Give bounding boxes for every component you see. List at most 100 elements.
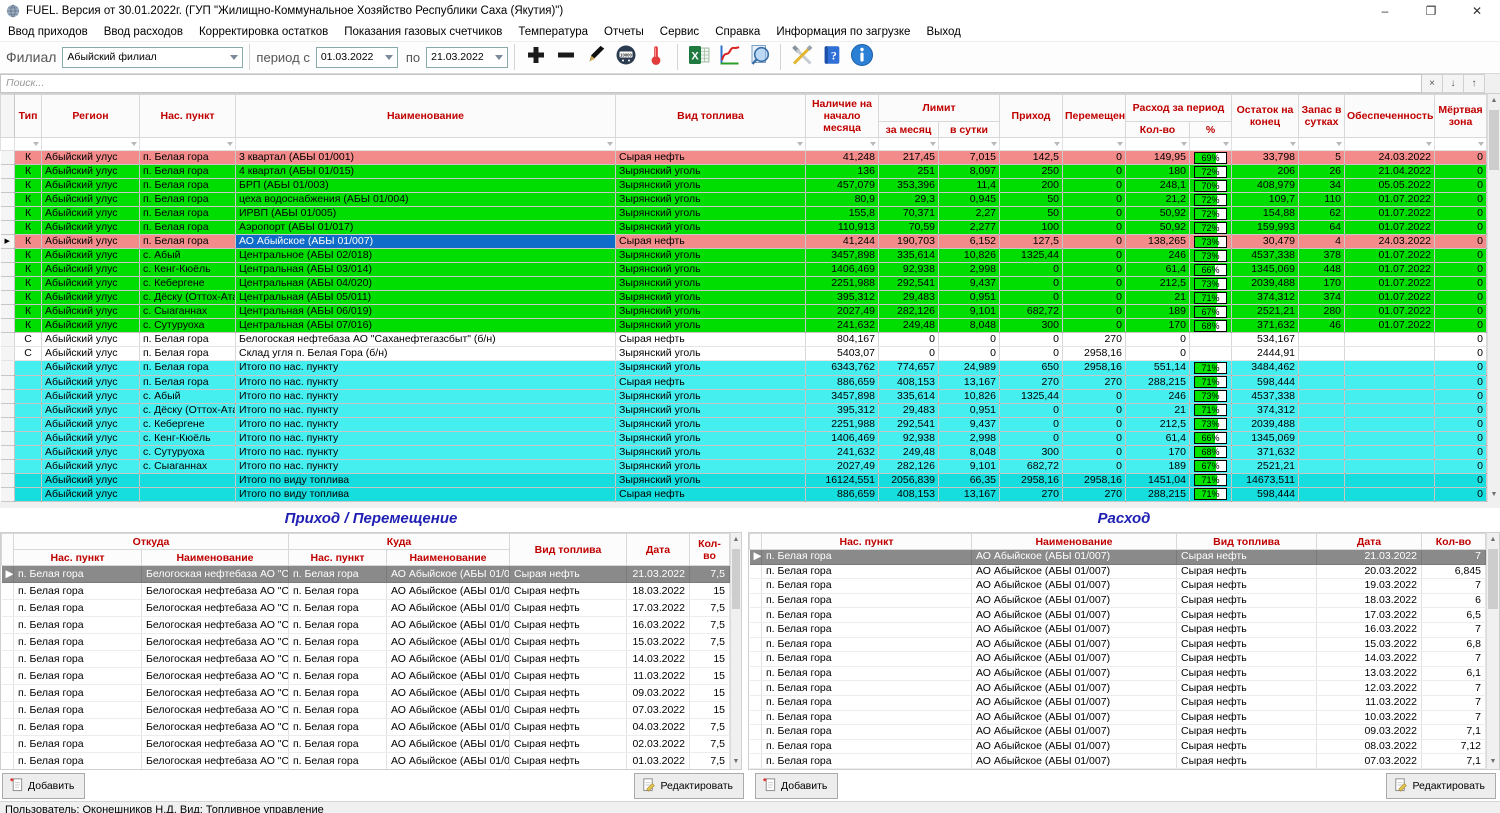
column-filter[interactable]	[1000, 138, 1063, 151]
name-cell[interactable]: АО Абыйское (АБЫ 01/007)	[972, 608, 1177, 623]
provision-cell[interactable]	[1345, 459, 1435, 473]
days-stock-cell[interactable]	[1299, 487, 1345, 501]
settlement-cell[interactable]: с. Дёску (Оттох-Атах)	[140, 403, 236, 417]
settlement-cell[interactable]: п. Белая гора	[762, 550, 972, 565]
col-from-settlement[interactable]: Нас. пункт	[14, 550, 142, 566]
type-cell[interactable]	[15, 375, 42, 389]
fuel-cell[interactable]: Сырая нефть	[1177, 637, 1317, 652]
settlement-cell[interactable]: п. Белая гора	[140, 165, 236, 179]
fuel-row[interactable]: Абыйский улусп. Белая гораИтого по нас. …	[1, 361, 1487, 375]
from-settlement-cell[interactable]: п. Белая гора	[14, 753, 142, 770]
movement-cell[interactable]: 2958,16	[1063, 361, 1126, 375]
days-stock-cell[interactable]	[1299, 347, 1345, 361]
settlement-cell[interactable]: п. Белая гора	[140, 333, 236, 347]
fuel-row[interactable]: САбыйский улусп. Белая гораБелогоская не…	[1, 333, 1487, 347]
percent-cell[interactable]: 71%	[1190, 361, 1232, 375]
dead-zone-cell[interactable]: 0	[1435, 487, 1487, 501]
row-marker[interactable]	[750, 622, 762, 637]
fuel-cell[interactable]: Сырая нефть	[616, 333, 806, 347]
col-dead-zone[interactable]: Мёртвая зона	[1435, 95, 1487, 138]
col-to-name[interactable]: Наименование	[387, 550, 510, 566]
income-cell[interactable]: 300	[1000, 445, 1063, 459]
limit-day-cell[interactable]: 2,277	[939, 221, 1000, 235]
days-stock-cell[interactable]: 5	[1299, 151, 1345, 165]
name-cell[interactable]: Центральная (АБЫ 05/011)	[236, 291, 616, 305]
type-cell[interactable]	[15, 459, 42, 473]
region-cell[interactable]: Абыйский улус	[42, 445, 140, 459]
name-cell[interactable]: Итого по нас. пункту	[236, 459, 616, 473]
row-marker[interactable]	[750, 652, 762, 667]
settlement-cell[interactable]: п. Белая гора	[762, 725, 972, 740]
name-cell[interactable]: АО Абыйское (АБЫ 01/007)	[972, 637, 1177, 652]
fuel-cell[interactable]: Зырянский уголь	[616, 389, 806, 403]
row-marker[interactable]: ▶	[1, 235, 15, 249]
movement-cell[interactable]: 0	[1063, 277, 1126, 291]
name-cell[interactable]: цеха водоснабжения (АБЫ 01/004)	[236, 193, 616, 207]
limit-day-cell[interactable]: 8,097	[939, 165, 1000, 179]
from-settlement-cell[interactable]: п. Белая гора	[14, 583, 142, 600]
name-cell[interactable]: АО Абыйское (АБЫ 01/007)	[972, 652, 1177, 667]
fuel-row[interactable]: КАбыйский улусп. Белая гора3 квартал (АБ…	[1, 151, 1487, 165]
consumption-cell[interactable]: 288,215	[1126, 487, 1190, 501]
row-marker[interactable]	[750, 681, 762, 696]
days-stock-cell[interactable]: 448	[1299, 263, 1345, 277]
limit-day-cell[interactable]: 13,167	[939, 487, 1000, 501]
row-marker[interactable]	[1, 431, 15, 445]
dead-zone-cell[interactable]: 0	[1435, 361, 1487, 375]
fuel-cell[interactable]: Зырянский уголь	[616, 403, 806, 417]
end-cell[interactable]: 598,444	[1232, 487, 1299, 501]
row-marker[interactable]	[2, 634, 14, 651]
income-row[interactable]: п. Белая гораБелогоская нефтебаза АО "Са…	[2, 753, 730, 770]
fuel-row[interactable]: КАбыйский улусс. Кенг-КюёльЦентральная (…	[1, 263, 1487, 277]
search-prev-button[interactable]: ↑	[1464, 74, 1485, 93]
region-cell[interactable]: Абыйский улус	[42, 319, 140, 333]
end-cell[interactable]: 30,479	[1232, 235, 1299, 249]
fuel-cell[interactable]: Сырая нефть	[510, 685, 627, 702]
fuel-row[interactable]: КАбыйский улусс. Дёску (Оттох-Атах)Центр…	[1, 291, 1487, 305]
col-limit-group[interactable]: Лимит	[879, 95, 1000, 122]
days-stock-cell[interactable]	[1299, 333, 1345, 347]
date-cell[interactable]: 12.03.2022	[1317, 681, 1422, 696]
fuel-cell[interactable]: Сырая нефть	[1177, 593, 1317, 608]
end-cell[interactable]: 374,312	[1232, 291, 1299, 305]
row-marker[interactable]	[1, 375, 15, 389]
fuel-row[interactable]: Абыйский улусс. СыаганнахИтого по нас. п…	[1, 459, 1487, 473]
region-cell[interactable]: Абыйский улус	[42, 235, 140, 249]
dead-zone-cell[interactable]: 0	[1435, 151, 1487, 165]
to-name-cell[interactable]: АО Абыйское (АБЫ 01/007)	[387, 753, 510, 770]
consumption-row[interactable]: п. Белая гораАО Абыйское (АБЫ 01/007)Сыр…	[750, 622, 1486, 637]
percent-cell[interactable]: 68%	[1190, 445, 1232, 459]
provision-cell[interactable]: 24.03.2022	[1345, 235, 1435, 249]
row-marker[interactable]	[750, 564, 762, 579]
col-percent[interactable]: %	[1190, 122, 1232, 138]
income-cell[interactable]: 682,72	[1000, 459, 1063, 473]
col-days-stock[interactable]: Запас в сутках	[1299, 95, 1345, 138]
region-cell[interactable]: Абыйский улус	[42, 291, 140, 305]
fuel-cell[interactable]: Зырянский уголь	[616, 249, 806, 263]
from-name-cell[interactable]: Белогоская нефтебаза АО "Са	[142, 719, 289, 736]
fuel-row[interactable]: Абыйский улусИтого по виду топливаСырая …	[1, 487, 1487, 501]
income-row[interactable]: п. Белая гораБелогоская нефтебаза АО "Са…	[2, 702, 730, 719]
col-region[interactable]: Регион	[42, 95, 140, 138]
name-cell[interactable]: АО Абыйское (АБЫ 01/007)	[972, 579, 1177, 594]
start-cell[interactable]: 886,659	[806, 487, 879, 501]
row-marker[interactable]	[750, 666, 762, 681]
fuel-cell[interactable]: Сырая нефть	[510, 583, 627, 600]
fuel-row[interactable]: Абыйский улусс. Кенг-КюёльИтого по нас. …	[1, 431, 1487, 445]
movement-cell[interactable]: 0	[1063, 165, 1126, 179]
limit-day-cell[interactable]: 9,437	[939, 277, 1000, 291]
end-cell[interactable]: 2444,91	[1232, 347, 1299, 361]
row-marker[interactable]	[750, 739, 762, 754]
start-cell[interactable]: 110,913	[806, 221, 879, 235]
provision-cell[interactable]: 01.07.2022	[1345, 319, 1435, 333]
from-settlement-cell[interactable]: п. Белая гора	[14, 702, 142, 719]
consumption-cell[interactable]: 149,95	[1126, 151, 1190, 165]
income-cell[interactable]: 0	[1000, 417, 1063, 431]
limit-day-cell[interactable]: 7,015	[939, 151, 1000, 165]
settlement-cell[interactable]: с. Кенг-Кюёль	[140, 263, 236, 277]
consumption-cell[interactable]: 0	[1126, 347, 1190, 361]
limit-month-cell[interactable]: 29,3	[879, 193, 939, 207]
start-cell[interactable]: 2251,988	[806, 277, 879, 291]
column-filter[interactable]	[140, 138, 236, 151]
row-marker[interactable]	[750, 593, 762, 608]
